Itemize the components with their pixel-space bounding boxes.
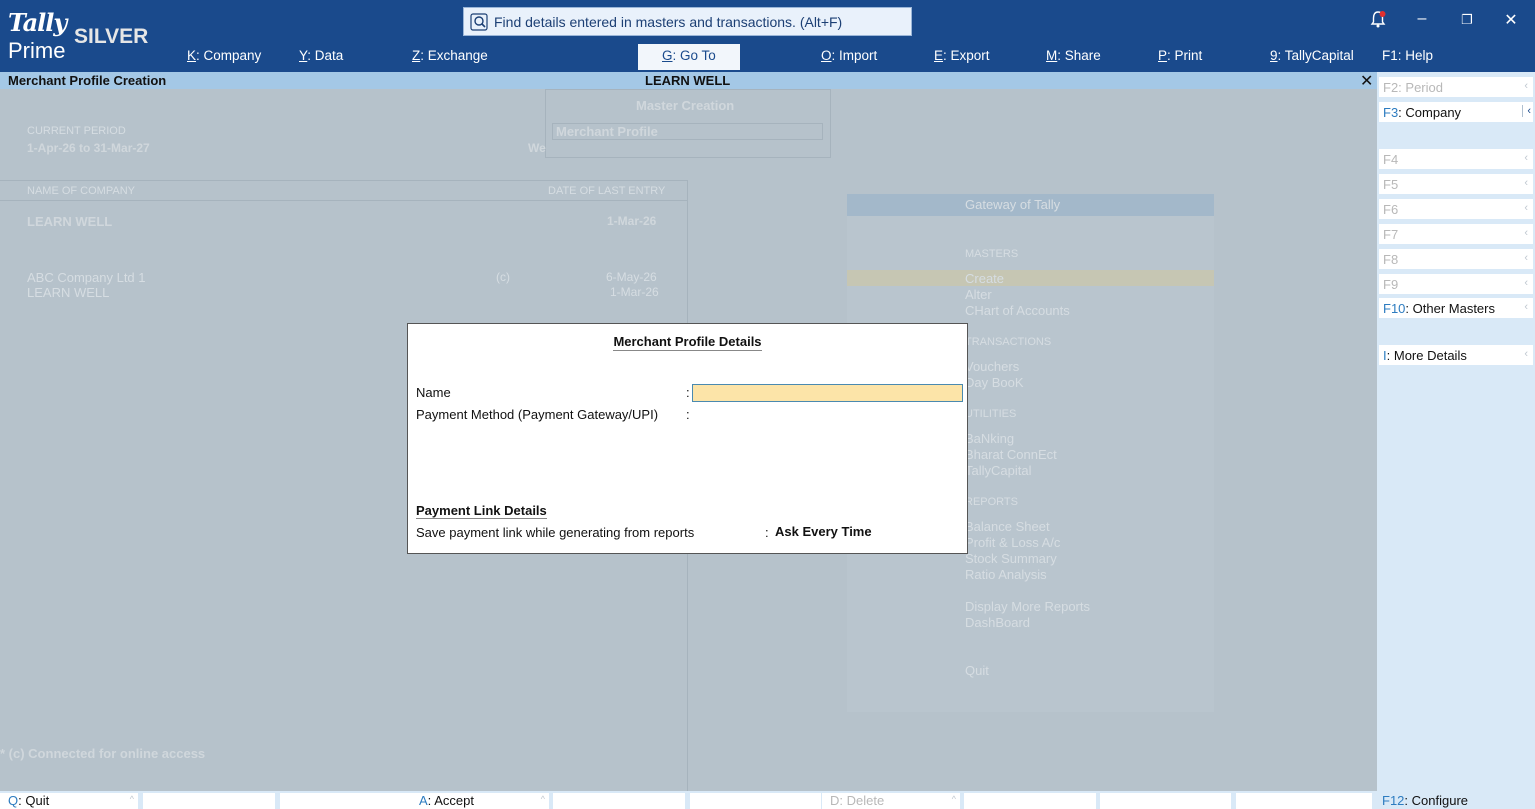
company-list-name: ABC Company Ltd 1 xyxy=(27,270,146,285)
save-link-label: Save payment link while generating from … xyxy=(416,525,695,540)
empty-bottom-slot xyxy=(1100,793,1231,809)
search-bar[interactable]: Find details entered in masters and tran… xyxy=(463,7,912,36)
dialog-title: Merchant Profile Details xyxy=(613,334,762,351)
f10-other-masters-button[interactable]: F10: Other Masters ‹ xyxy=(1379,298,1533,318)
logo-tally: Tally xyxy=(8,8,67,37)
gateway-item-dashboard: DashBoard xyxy=(965,615,1031,630)
payment-link-heading: Payment Link Details xyxy=(416,503,547,519)
payment-method-field[interactable] xyxy=(692,404,963,422)
gateway-item-ratio-analysis: Ratio Analysis xyxy=(965,567,1047,582)
gateway-item-create: Create xyxy=(965,271,1005,286)
current-period-value: 1-Apr-26 to 31-Mar-27 xyxy=(27,141,150,155)
menu-export[interactable]: E: Export xyxy=(934,48,990,63)
date-of-last-entry-label: DATE OF LAST ENTRY xyxy=(548,185,666,197)
empty-bottom-slot xyxy=(690,793,821,809)
company-list-name: LEARN WELL xyxy=(27,285,110,300)
payment-method-label: Payment Method (Payment Gateway/UPI) xyxy=(416,407,659,422)
empty-bottom-slot xyxy=(143,793,275,809)
current-date-partial: We xyxy=(528,141,546,155)
save-link-value[interactable]: Ask Every Time xyxy=(775,524,872,539)
company-list-flag: (c) xyxy=(496,270,510,284)
f12-configure-button[interactable]: F12: Configure xyxy=(1379,793,1533,809)
payment-method-colon: : xyxy=(686,407,690,422)
gateway-item-vouchers: Vouchers xyxy=(965,359,1020,374)
logo-prime: Prime xyxy=(8,38,66,63)
gateway-item-balance-sheet: Balance Sheet xyxy=(965,519,1050,534)
menu-goto[interactable]: G: Go To xyxy=(638,44,740,70)
company-title: LEARN WELL xyxy=(645,73,731,88)
empty-bottom-slot xyxy=(964,793,1096,809)
menu-exchange[interactable]: Z: Exchange xyxy=(412,48,488,63)
gateway-item-alter: Alter xyxy=(965,287,992,302)
menu-print[interactable]: P: Print xyxy=(1158,48,1202,63)
gateway-section-head: MASTERS xyxy=(965,248,1019,260)
divider xyxy=(0,180,687,181)
gateway-title: Gateway of Tally xyxy=(965,197,1061,212)
screen-title-bar: Merchant Profile Creation LEARN WELL ✕ xyxy=(0,71,1377,91)
f7-button[interactable]: F7 ‹ xyxy=(1379,224,1533,244)
gateway-item-daybook: Day BooK xyxy=(965,375,1024,390)
merchant-profile-dialog: Merchant Profile Details Name : Payment … xyxy=(407,323,968,554)
gateway-item-stock-summary: Stock Summary xyxy=(965,551,1057,566)
f4-button[interactable]: F4 ‹ xyxy=(1379,149,1533,169)
screen-title: Merchant Profile Creation xyxy=(8,73,167,88)
close-window-icon[interactable]: ✕ xyxy=(1499,10,1523,30)
name-colon: : xyxy=(686,385,690,400)
company-list-date: 6-May-26 xyxy=(606,270,657,284)
gateway-section-head: TRANSACTIONS xyxy=(965,336,1052,348)
f5-button[interactable]: F5 ‹ xyxy=(1379,174,1533,194)
gateway-section-head: UTILITIES xyxy=(965,408,1017,420)
f2-period-button[interactable]: F2: Period ‹ xyxy=(1379,77,1533,97)
gateway-section-head: REPORTS xyxy=(965,496,1018,508)
close-screen-icon[interactable]: ✕ xyxy=(1360,71,1373,91)
gateway-item-tallycapital: TallyCapital xyxy=(965,463,1032,478)
f6-button[interactable]: F6 ‹ xyxy=(1379,199,1533,219)
restore-icon[interactable]: ❐ xyxy=(1455,12,1479,28)
master-creation-value: Merchant Profile xyxy=(556,124,658,139)
search-placeholder: Find details entered in masters and tran… xyxy=(494,13,843,30)
gateway-highlight xyxy=(847,270,1214,286)
gateway-item-banking: BaNking xyxy=(965,431,1015,446)
master-creation-title: Master Creation xyxy=(636,98,735,113)
button-bar-bottom: Q: Quit ^ A: Accept ^ D: Delete ^ F12: Conf… xyxy=(0,791,1535,809)
edition-label: SILVER xyxy=(74,25,149,48)
minimize-icon[interactable]: – xyxy=(1410,10,1434,28)
menu-data[interactable]: Y: Data xyxy=(299,48,343,63)
gateway-item-bharat-connect: Bharat ConnEct xyxy=(965,447,1057,462)
search-icon xyxy=(470,12,488,31)
quit-button[interactable]: Q: Quit ^ xyxy=(0,793,138,809)
connected-note: * (c) Connected for online access xyxy=(0,746,206,761)
f9-button[interactable]: F9 ‹ xyxy=(1379,274,1533,294)
name-input[interactable] xyxy=(692,384,963,402)
company-list-date: 1-Mar-26 xyxy=(610,285,659,299)
gateway-item-more-reports: Display More Reports xyxy=(965,599,1090,614)
menu-tallycapital[interactable]: 9: TallyCapital xyxy=(1270,48,1354,63)
accept-button[interactable]: A: Accept ^ xyxy=(411,793,549,809)
menu-help[interactable]: F1: Help xyxy=(1382,48,1433,63)
divider xyxy=(0,200,687,201)
gateway-item-profit-loss: Profit & Loss A/c xyxy=(965,535,1061,550)
name-label: Name xyxy=(416,385,451,400)
current-period-label: CURRENT PERIOD xyxy=(27,125,126,137)
empty-bottom-slot xyxy=(280,793,411,809)
empty-bottom-slot xyxy=(553,793,685,809)
gateway-item-chart-of-accounts: CHart of Accounts xyxy=(965,303,1070,318)
f3-company-button[interactable]: F3: Company ‹ xyxy=(1379,102,1533,122)
name-of-company-label: NAME OF COMPANY xyxy=(27,185,135,197)
delete-button[interactable]: D: Delete ^ xyxy=(822,793,960,809)
current-company-name: LEARN WELL xyxy=(27,214,113,229)
gateway-item-quit: Quit xyxy=(965,663,989,678)
menu-share[interactable]: M: Share xyxy=(1046,48,1101,63)
menu-company[interactable]: K: Company xyxy=(187,48,261,63)
more-details-button[interactable]: I: More Details ‹ xyxy=(1379,345,1533,365)
top-bar: Tally Prime SILVER Find details entered … xyxy=(0,0,1535,72)
empty-bottom-slot xyxy=(1236,793,1372,809)
save-link-colon: : xyxy=(765,525,769,540)
menu-import[interactable]: O: Import xyxy=(821,48,877,63)
f8-button[interactable]: F8 ‹ xyxy=(1379,249,1533,269)
current-company-date: 1-Mar-26 xyxy=(607,214,657,228)
notification-bell-icon[interactable] xyxy=(1366,10,1390,33)
